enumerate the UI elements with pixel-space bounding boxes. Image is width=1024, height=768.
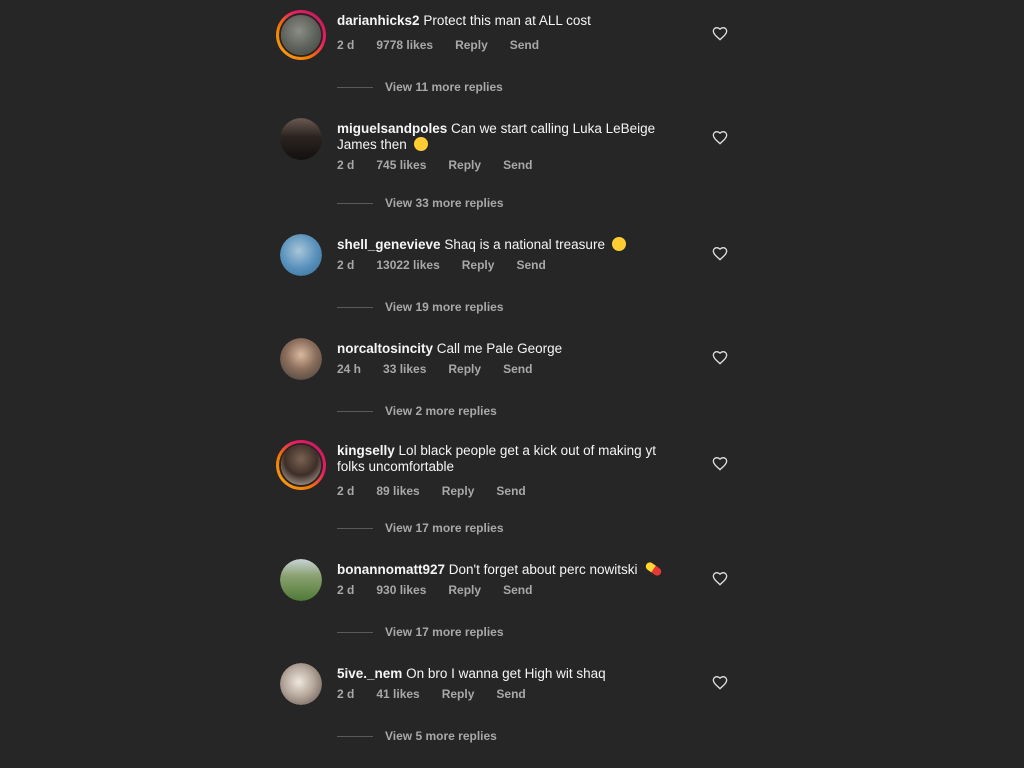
view-replies-label: View 11 more replies [385,80,503,94]
reply-button[interactable]: Reply [448,583,481,597]
replies-divider [337,86,373,88]
laughing-emoji-icon [611,237,626,251]
comment-username[interactable]: norcaltosincity [337,341,433,356]
comment-text: darianhicks2 Protect this man at ALL cos… [337,13,687,29]
comment-likes[interactable]: 13022 likes [376,258,439,272]
comment-text: bonannomatt927 Don't forget about perc n… [337,560,687,578]
heart-icon[interactable] [712,130,728,146]
replies-divider [337,527,373,529]
view-replies-label: View 17 more replies [385,625,504,639]
avatar[interactable] [280,118,322,160]
comment-meta: 24 h 33 likes Reply Send [337,362,554,376]
heart-icon[interactable] [712,456,728,472]
view-replies-button[interactable]: View 17 more replies [337,625,504,639]
comment-username[interactable]: kingselly [337,443,395,458]
comment-username[interactable]: miguelsandpoles [337,121,447,136]
reply-button[interactable]: Reply [442,687,475,701]
replies-divider [337,202,373,204]
comment-likes[interactable]: 930 likes [376,583,426,597]
view-replies-button[interactable]: View 19 more replies [337,300,504,314]
heart-icon[interactable] [712,246,728,262]
comment-meta: 2 d 930 likes Reply Send [337,583,554,597]
view-replies-label: View 5 more replies [385,729,497,743]
view-replies-button[interactable]: View 2 more replies [337,404,497,418]
heart-icon[interactable] [712,350,728,366]
comment-meta: 2 d 89 likes Reply Send [337,484,548,498]
view-replies-label: View 33 more replies [385,196,504,210]
comment-likes[interactable]: 89 likes [376,484,419,498]
comment-username[interactable]: shell_genevieve [337,237,441,252]
avatar[interactable] [280,663,322,705]
comment-time: 2 d [337,484,355,498]
view-replies-button[interactable]: View 11 more replies [337,80,503,94]
avatar[interactable] [280,559,322,601]
comment-meta: 2 d 41 likes Reply Send [337,687,548,701]
comment-body: Protect this man at ALL cost [423,13,591,28]
comment-time: 2 d [337,158,355,172]
comment-text: 5ive._nem On bro I wanna get High wit sh… [337,666,687,682]
view-replies-button[interactable]: View 33 more replies [337,196,504,210]
view-replies-label: View 2 more replies [385,404,497,418]
view-replies-label: View 17 more replies [385,521,504,535]
comment-likes[interactable]: 41 likes [376,687,419,701]
comment-body: Call me Pale George [436,341,563,356]
send-button[interactable]: Send [496,484,525,498]
pill-emoji-icon [644,560,663,578]
comment-text: shell_genevieve Shaq is a national treas… [337,237,687,253]
comment-time: 24 h [337,362,362,376]
reply-button[interactable]: Reply [462,258,495,272]
view-replies-button[interactable]: View 17 more replies [337,521,504,535]
reply-button[interactable]: Reply [448,362,481,376]
heart-icon[interactable] [712,571,728,587]
comment-likes[interactable]: 33 likes [383,362,426,376]
comment-username[interactable]: 5ive._nem [337,666,402,681]
comment-body: On bro I wanna get High wit shaq [406,666,606,681]
reply-button[interactable]: Reply [455,38,488,52]
avatar[interactable] [276,10,326,60]
comment-time: 2 d [337,583,355,597]
view-replies-label: View 19 more replies [385,300,504,314]
send-button[interactable]: Send [503,158,532,172]
comment-text: miguelsandpoles Can we start calling Luk… [337,121,687,153]
send-button[interactable]: Send [516,258,545,272]
reply-button[interactable]: Reply [442,484,475,498]
comment-text: kingselly Lol black people get a kick ou… [337,443,687,475]
send-button[interactable]: Send [496,687,525,701]
comment-time: 2 d [337,258,355,272]
comments-list: darianhicks2 Protect this man at ALL cos… [0,0,1024,768]
comment-time: 2 d [337,687,355,701]
comment-meta: 2 d 745 likes Reply Send [337,158,554,172]
comment-body: Shaq is a national treasure [444,237,605,252]
comment-text: norcaltosincity Call me Pale George [337,341,687,357]
laughing-emoji-icon [413,137,428,151]
comment-username[interactable]: bonannomatt927 [337,562,445,577]
comment-body: Don't forget about perc nowitski [448,562,638,577]
send-button[interactable]: Send [510,38,539,52]
avatar[interactable] [280,234,322,276]
view-replies-button[interactable]: View 5 more replies [337,729,497,743]
heart-icon[interactable] [712,26,728,42]
replies-divider [337,410,373,412]
replies-divider [337,631,373,633]
comment-likes[interactable]: 745 likes [376,158,426,172]
heart-icon[interactable] [712,675,728,691]
avatar[interactable] [280,338,322,380]
comment-meta: 2 d 9778 likes Reply Send [337,38,561,52]
replies-divider [337,306,373,308]
send-button[interactable]: Send [503,583,532,597]
comment-likes[interactable]: 9778 likes [376,38,433,52]
comment-username[interactable]: darianhicks2 [337,13,420,28]
replies-divider [337,735,373,737]
comment-time: 2 d [337,38,355,52]
reply-button[interactable]: Reply [448,158,481,172]
send-button[interactable]: Send [503,362,532,376]
avatar[interactable] [276,440,326,490]
comment-meta: 2 d 13022 likes Reply Send [337,258,568,272]
